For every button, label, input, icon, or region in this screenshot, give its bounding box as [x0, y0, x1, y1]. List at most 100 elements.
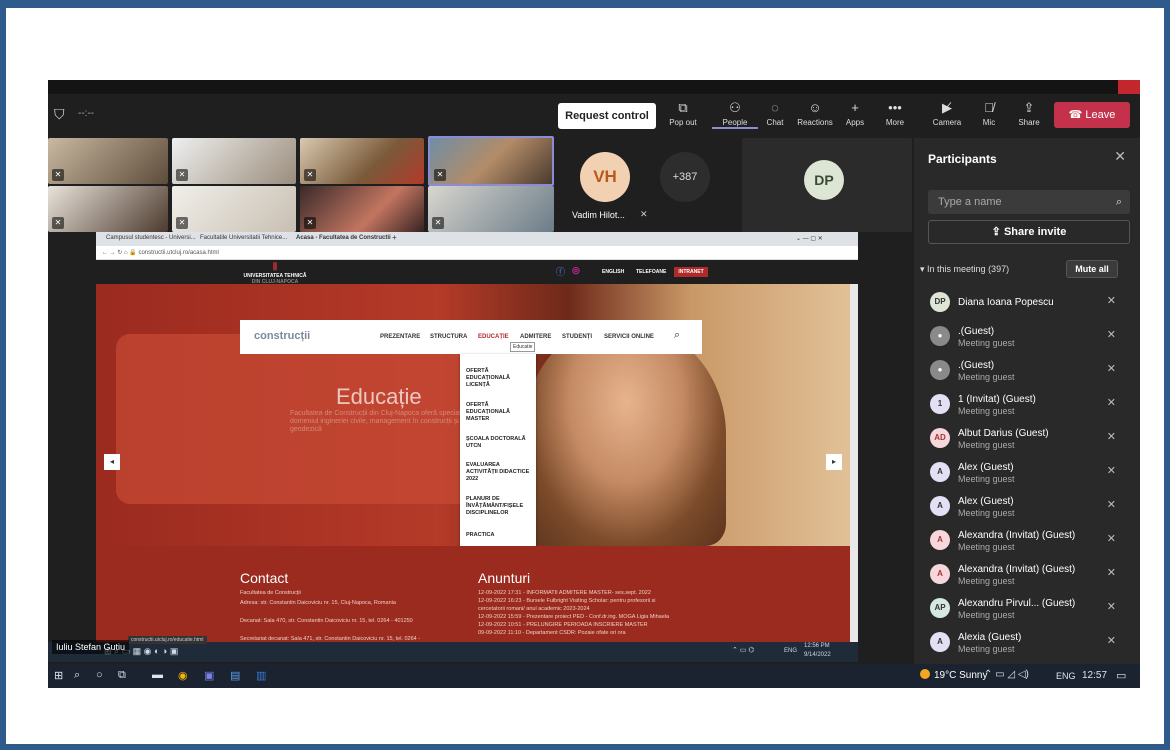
slider-next-button[interactable]: ▸	[826, 454, 842, 470]
camera-button[interactable]: ▶̸ Camera	[924, 100, 970, 127]
dropdown-item[interactable]: ȘCOALA DOCTORALĂ UTCN	[466, 436, 532, 450]
slider-prev-button[interactable]: ◂	[104, 454, 120, 470]
guest-avatar-icon: ●	[930, 360, 950, 380]
video-tile-speaking[interactable]: ✕	[428, 136, 554, 186]
pop-out-icon: ⧉	[678, 100, 688, 115]
participant-row[interactable]: A Alexandra (Invitat) (Guest) Meeting gues…	[930, 524, 1130, 558]
search-input[interactable]: Type a name ⌕	[928, 190, 1130, 214]
video-tile[interactable]: ✕	[300, 138, 424, 184]
file-explorer-icon[interactable]: ▬	[152, 669, 163, 681]
notifications-icon[interactable]: ▭	[1116, 669, 1126, 682]
announcement-link[interactable]: 12-09-2022 16:23 - Bursele Fulbright Vis…	[478, 598, 656, 604]
participant-row[interactable]: A Alexandra (Invitat) (Guest) Meeting gues…	[930, 558, 1130, 592]
search-icon: ⌕	[1115, 196, 1122, 208]
dropdown-item[interactable]: PLANURI DE ÎNVĂȚĂMÂNT/FIȘELE DISCIPLINEL…	[466, 496, 532, 517]
search-icon[interactable]: ⌕	[674, 329, 680, 342]
announcement-link[interactable]: 09-09-2022 11:10 - Departament CSDR: Poz…	[478, 630, 626, 636]
teams-icon[interactable]: ▣	[204, 669, 214, 682]
leave-button[interactable]: ☎ Leave	[1054, 102, 1130, 128]
participant-row[interactable]: A Alex (Guest) Meeting guest ✕	[930, 490, 1130, 524]
video-tile[interactable]: ✕	[48, 138, 168, 184]
contact-line: Facultatea de Construcții	[240, 590, 301, 596]
utcn-logo[interactable]: Ⅱ UNIVERSITATEA TEHNICĂ DIN CLUJ-NAPOCA	[240, 262, 310, 285]
more-participants-badge[interactable]: +387	[660, 152, 710, 202]
status-url: constructii.utcluj.ro/educatie.html	[128, 636, 207, 644]
video-tile[interactable]: ✕	[300, 186, 424, 232]
browser-tab[interactable]: Facultatile Universitatii Tehnice...	[200, 235, 287, 241]
presenter-name-label: Iuliu Stefan Gutiu	[52, 640, 130, 654]
in-meeting-header[interactable]: ▾ In this meeting (397)	[920, 264, 1009, 275]
clock[interactable]: 12:57	[1082, 670, 1107, 681]
telefoane-link[interactable]: TELEFOANE	[636, 269, 666, 275]
contact-line: Adresa: str. Constantin Daicoviciu nr. 1…	[240, 600, 396, 606]
language-indicator[interactable]: ENG	[1056, 671, 1076, 681]
chrome-icon[interactable]: ◉	[178, 669, 188, 682]
intranet-button[interactable]: INTRANET	[674, 267, 708, 277]
dropdown-item[interactable]: OFERTĂ EDUCAȚIONALĂ LICENȚĂ	[466, 368, 532, 389]
search-icon[interactable]: ⌕	[74, 669, 80, 682]
participant-row[interactable]: ● .(Guest) Meeting guest ✕	[930, 354, 1130, 388]
request-control-button[interactable]: Request control	[558, 103, 656, 129]
share-invite-button[interactable]: ⇪ Share invite	[928, 220, 1130, 244]
dropdown-item[interactable]: PRACTICA	[466, 532, 532, 539]
pop-out-button[interactable]: ⧉ Pop out	[660, 100, 706, 127]
dropdown-item[interactable]: OFERTĂ EDUCAȚIONALĂ MASTER	[466, 402, 532, 423]
mute-all-button[interactable]: Mute all	[1066, 260, 1118, 278]
nav-servicii-online[interactable]: SERVICII ONLINE	[604, 334, 654, 340]
announcement-link[interactable]: 12-09-2022 17:31 - INFORMATII ADMITERE M…	[478, 590, 651, 596]
word-icon[interactable]: ▥	[256, 669, 266, 682]
announcement-link[interactable]: 12-09-2022 10:51 - PRELUNGIRE PERIOADA I…	[478, 622, 648, 628]
participant-row[interactable]: AD Albut Darius (Guest) Meeting guest ✕	[930, 422, 1130, 456]
system-tray-icons[interactable]: ⌃ ▭ ◿ ◁)	[984, 669, 1029, 680]
nav-studenti[interactable]: STUDENȚI	[562, 334, 592, 340]
avatar: A	[930, 462, 950, 482]
instagram-icon[interactable]: ◎	[572, 265, 580, 276]
nav-admitere[interactable]: ADMITERE	[520, 334, 551, 340]
site-footer: Contact Facultatea de Construcții Adresa…	[96, 546, 858, 650]
site-brand[interactable]: construcții	[254, 330, 310, 342]
share-icon: ⇪	[991, 226, 1001, 238]
weather-widget[interactable]: 19°C Sunny	[920, 669, 987, 681]
app-icon[interactable]: ▤	[230, 669, 240, 682]
widgets-icon[interactable]: ⧉	[118, 669, 126, 682]
browser-tab[interactable]: Campusul studentesc - Universi...	[106, 235, 196, 241]
browser-tab-active[interactable]: Acasa - Facultatea de Constructii	[296, 235, 391, 241]
address-bar[interactable]: ← → ↻ ⌂ 🔒 constructii.utcluj.ro/acasa.ht…	[96, 246, 858, 260]
video-tile-vh[interactable]: VH +387 Vadim Hilot... ✕	[558, 138, 740, 232]
video-tile-dp[interactable]: DP	[742, 138, 912, 232]
avatar: A	[930, 564, 950, 584]
announcement-link[interactable]: cercetatorii romani/ anul academic 2023-…	[478, 606, 590, 612]
video-tile[interactable]: ✕	[48, 186, 168, 232]
participant-row[interactable]: 11 (Invitat) (Guest) Meeting guest ✕	[930, 388, 1130, 422]
task-view-icon[interactable]: ○	[96, 669, 103, 681]
lang-english-link[interactable]: ENGLISH	[602, 269, 624, 275]
window-close-button[interactable]	[1118, 80, 1140, 94]
panel-title: Participants	[928, 152, 997, 166]
video-tile[interactable]: ✕	[428, 186, 554, 232]
dropdown-item[interactable]: EVALUAREA ACTIVITĂȚII DIDACTICE 2022	[466, 462, 532, 483]
participant-row[interactable]: DP Diana Ioana Popescu ✕	[930, 286, 1130, 320]
participant-row[interactable]: A Alex (Guest) Meeting guest ✕	[930, 456, 1130, 490]
more-button[interactable]: ••• More	[872, 100, 918, 127]
mic-off-icon: ✕	[1106, 295, 1116, 307]
browser-scrollbar[interactable]	[850, 284, 858, 650]
video-tile[interactable]: ✕	[172, 138, 296, 184]
new-tab-icon[interactable]: +	[392, 233, 397, 242]
close-icon[interactable]: ✕	[1114, 148, 1126, 165]
nav-prezentare[interactable]: PREZENTARE	[380, 334, 420, 340]
announcement-link[interactable]: 12-09-2022 15:59 - Prezentare proiect PE…	[478, 614, 669, 620]
nav-educatie[interactable]: EDUCAȚIE	[478, 334, 509, 340]
shared-screen-browser: Campusul studentesc - Universi... Facult…	[96, 232, 858, 650]
facebook-icon[interactable]: ⓕ	[556, 265, 565, 278]
window-controls[interactable]: ⌄ — ▢ ✕	[796, 235, 823, 242]
participant-row[interactable]: ● .(Guest) Meeting guest ✕	[930, 320, 1130, 354]
participant-row[interactable]: AP Alexandru Pirvul... (Guest) Meeting gue…	[930, 592, 1130, 626]
camera-off-icon: ▶̸	[942, 100, 952, 115]
nav-structura[interactable]: STRUCTURA	[430, 334, 467, 340]
share-button[interactable]: ⇪ Share	[1006, 100, 1052, 127]
avatar: A	[930, 530, 950, 550]
participant-row[interactable]: A Alexia (Guest) Meeting guest ✕	[930, 626, 1130, 660]
mic-off-icon: ✕	[176, 217, 188, 229]
video-tile[interactable]: ✕	[172, 186, 296, 232]
windows-start-icon[interactable]: ⊞	[54, 669, 63, 682]
